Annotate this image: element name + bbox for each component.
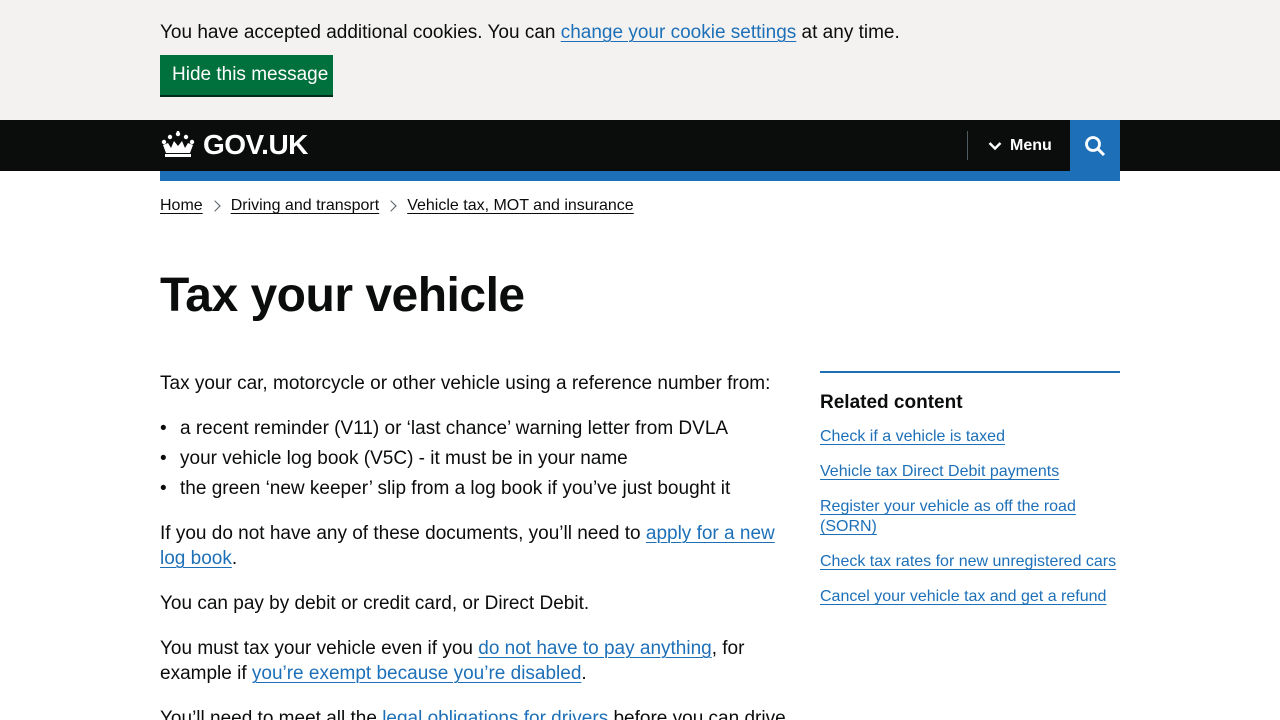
list-item: a recent reminder (V11) or ‘last chance’… bbox=[160, 416, 800, 441]
related-links-list: Check if a vehicle is taxed Vehicle tax … bbox=[820, 427, 1120, 607]
change-cookie-settings-link[interactable]: change your cookie settings bbox=[561, 22, 797, 43]
chevron-right-icon bbox=[379, 196, 407, 216]
search-button[interactable] bbox=[1070, 120, 1120, 171]
list-item: Cancel your vehicle tax and get a refund bbox=[820, 587, 1120, 607]
payment-paragraph: You can pay by debit or credit card, or … bbox=[160, 593, 590, 614]
page-title: Tax your vehicle bbox=[160, 269, 525, 322]
no-documents-paragraph: If you do not have any of these document… bbox=[160, 521, 800, 571]
header-accent-bar bbox=[160, 171, 1120, 181]
hide-message-button[interactable]: Hide this message bbox=[160, 55, 333, 95]
breadcrumb: Home Driving and transport Vehicle tax, … bbox=[160, 196, 634, 216]
chevron-down-icon bbox=[988, 142, 1002, 151]
paragraph-text: You’ll need to meet all the bbox=[160, 708, 383, 720]
related-link-sorn[interactable]: Register your vehicle as off the road (S… bbox=[820, 498, 1076, 535]
related-content-heading: Related content bbox=[820, 392, 963, 413]
site-header: GOV.UK Menu bbox=[0, 120, 1280, 171]
exempt-disabled-link[interactable]: you’re exempt because you’re disabled bbox=[252, 663, 582, 684]
govuk-logo-link[interactable]: GOV.UK bbox=[160, 128, 308, 162]
document-list: a recent reminder (V11) or ‘last chance’… bbox=[160, 416, 800, 501]
intro-paragraph: Tax your car, motorcycle or other vehicl… bbox=[160, 373, 771, 394]
breadcrumb-home[interactable]: Home bbox=[160, 197, 203, 215]
cookie-text-before: You have accepted additional cookies. Yo… bbox=[160, 22, 561, 43]
paragraph-text: If you do not have any of these document… bbox=[160, 523, 646, 544]
list-item: Vehicle tax Direct Debit payments bbox=[820, 462, 1120, 482]
menu-divider bbox=[967, 131, 968, 160]
cookie-text-after: at any time. bbox=[796, 22, 900, 43]
paragraph-text: before you can drive. bbox=[608, 708, 791, 720]
main-content: Tax your car, motorcycle or other vehicl… bbox=[160, 371, 800, 720]
paragraph-text: . bbox=[581, 663, 587, 684]
related-link-check-taxed[interactable]: Check if a vehicle is taxed bbox=[820, 428, 1005, 445]
legal-obligations-paragraph: You’ll need to meet all the legal obliga… bbox=[160, 706, 800, 720]
logo-text: GOV.UK bbox=[203, 129, 308, 160]
related-content: Related content Check if a vehicle is ta… bbox=[820, 371, 1120, 622]
related-link-direct-debit[interactable]: Vehicle tax Direct Debit payments bbox=[820, 463, 1059, 480]
list-item: your vehicle log book (V5C) - it must be… bbox=[160, 446, 800, 471]
must-tax-paragraph: You must tax your vehicle even if you do… bbox=[160, 636, 800, 686]
list-item: Check if a vehicle is taxed bbox=[820, 427, 1120, 447]
crown-icon bbox=[161, 131, 195, 157]
related-link-cancel-refund[interactable]: Cancel your vehicle tax and get a refund bbox=[820, 588, 1106, 605]
legal-obligations-link[interactable]: legal obligations for drivers bbox=[382, 708, 608, 720]
paragraph-text: . bbox=[231, 548, 238, 569]
menu-button[interactable]: Menu bbox=[988, 133, 1052, 159]
do-not-have-to-pay-link[interactable]: do not have to pay anything bbox=[478, 638, 711, 659]
chevron-right-icon bbox=[203, 196, 231, 216]
list-item: the green ‘new keeper’ slip from a log b… bbox=[160, 476, 800, 501]
related-link-tax-rates[interactable]: Check tax rates for new unregistered car… bbox=[820, 553, 1116, 570]
breadcrumb-vehicle-tax[interactable]: Vehicle tax, MOT and insurance bbox=[407, 197, 634, 215]
cookie-banner: You have accepted additional cookies. Yo… bbox=[0, 0, 1280, 120]
paragraph-text: You must tax your vehicle even if you bbox=[160, 638, 479, 659]
menu-label: Menu bbox=[1010, 137, 1052, 154]
list-item: Register your vehicle as off the road (S… bbox=[820, 497, 1120, 537]
cookie-message: You have accepted additional cookies. Yo… bbox=[160, 20, 900, 45]
breadcrumb-driving-and-transport[interactable]: Driving and transport bbox=[231, 197, 380, 215]
search-icon bbox=[1085, 135, 1106, 156]
list-item: Check tax rates for new unregistered car… bbox=[820, 552, 1120, 572]
